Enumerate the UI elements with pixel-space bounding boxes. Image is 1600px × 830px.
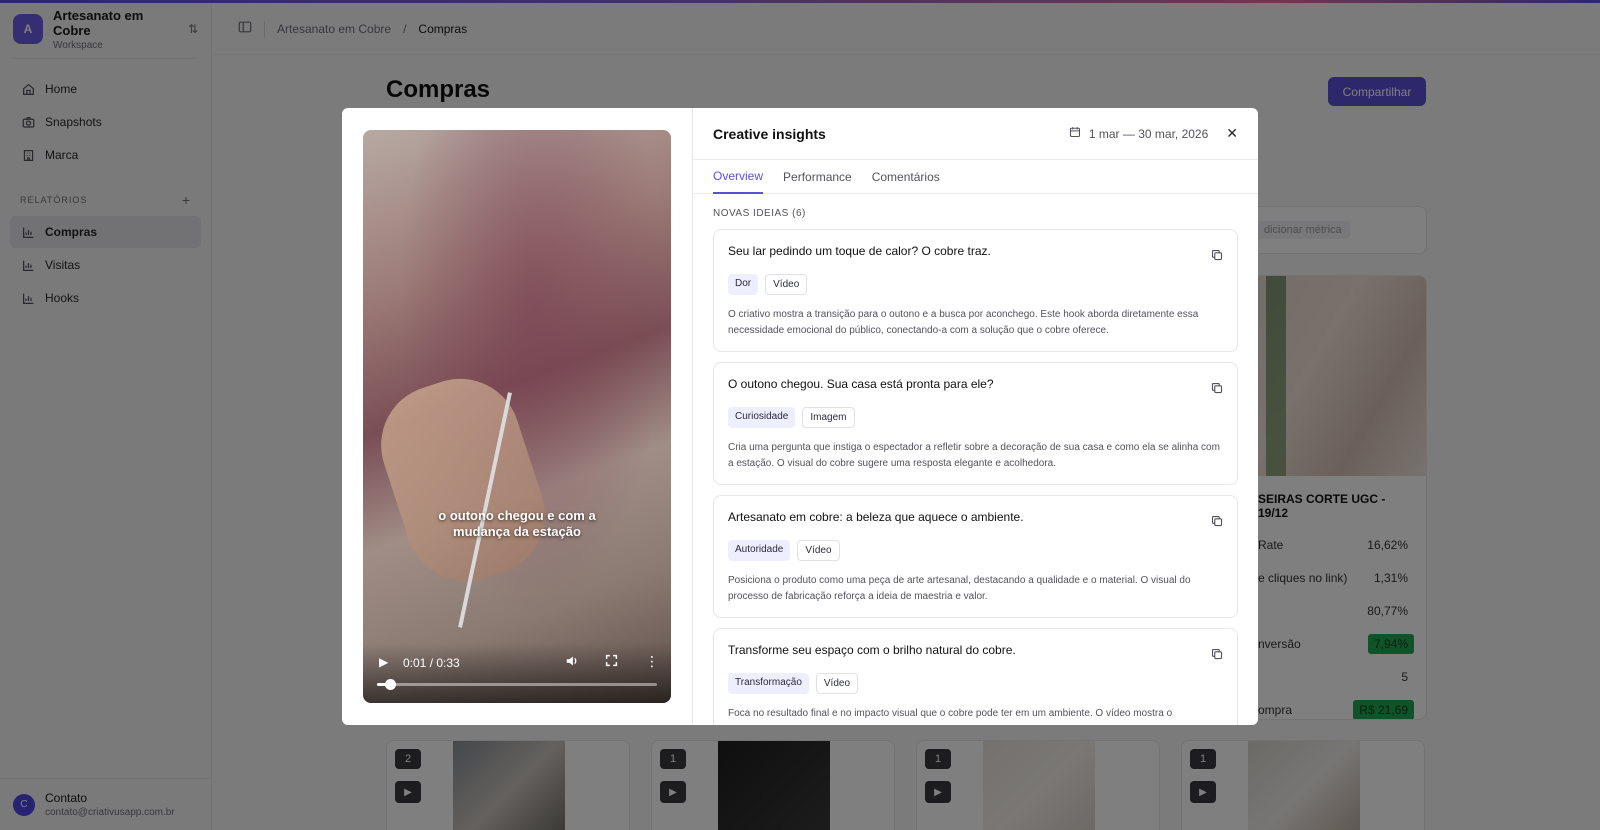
ideas-list: Seu lar pedindo um toque de calor? O cob… <box>693 229 1258 725</box>
date-range-label: 1 mar — 30 mar, 2026 <box>1088 126 1209 141</box>
ideas-section-label: NOVAS IDEIAS (6) <box>713 208 806 219</box>
copy-icon[interactable] <box>1211 381 1223 394</box>
tab-overview[interactable]: Overview <box>713 160 764 194</box>
tab-performance[interactable]: Performance <box>783 160 852 194</box>
copy-icon[interactable] <box>1211 647 1223 660</box>
idea-tags: Curiosidade Imagem <box>728 407 1223 428</box>
idea-description: Foca no resultado final e no impacto vis… <box>728 708 1173 719</box>
idea-tag-type: Dor <box>728 274 759 295</box>
idea-card: Artesanato em cobre: a beleza que aquece… <box>713 495 1238 618</box>
idea-tag-format: Vídeo <box>765 274 808 295</box>
idea-title: O outono chegou. Sua casa está pronta pa… <box>728 377 994 391</box>
video-time: 0:01 / 0:33 <box>403 656 460 670</box>
insights-panel: Creative insights 1 mar — 30 mar, 2026 ✕… <box>693 108 1258 725</box>
copy-icon[interactable] <box>1211 248 1223 261</box>
idea-card: Transforme seu espaço com o brilho natur… <box>713 628 1238 725</box>
idea-card: O outono chegou. Sua casa está pronta pa… <box>713 362 1238 485</box>
copy-icon[interactable] <box>1211 514 1223 527</box>
idea-tag-format: Imagem <box>802 407 855 428</box>
idea-tag-type: Curiosidade <box>728 407 796 428</box>
idea-tags: Dor Vídeo <box>728 274 1223 295</box>
idea-description: Posiciona o produto como uma peça de art… <box>728 575 1191 602</box>
video-panel: o outono chegou e com a mudança da estaç… <box>342 108 693 725</box>
tab-comentarios[interactable]: Comentários <box>872 160 940 194</box>
volume-icon[interactable] <box>565 654 579 671</box>
modal-title: Creative insights <box>713 125 826 142</box>
idea-tag-format: Vídeo <box>797 540 840 561</box>
close-icon[interactable]: ✕ <box>1226 125 1238 142</box>
video-caption: o outono chegou e com a mudança da estaç… <box>438 508 596 539</box>
date-range-picker[interactable]: 1 mar — 30 mar, 2026 <box>1069 126 1208 141</box>
idea-tags: Transformação Vídeo <box>728 673 1223 694</box>
idea-tag-type: Autoridade <box>728 540 791 561</box>
video-controls: ▶ 0:01 / 0:33 ⋮ <box>363 643 671 703</box>
idea-tags: Autoridade Vídeo <box>728 540 1223 561</box>
progress-handle[interactable] <box>384 679 396 690</box>
video-player[interactable]: o outono chegou e com a mudança da estaç… <box>363 130 671 703</box>
modal-header: Creative insights 1 mar — 30 mar, 2026 ✕ <box>693 108 1258 160</box>
idea-title: Artesanato em cobre: a beleza que aquece… <box>728 510 1024 524</box>
idea-tag-format: Vídeo <box>815 673 859 694</box>
more-options-icon[interactable]: ⋮ <box>645 653 659 670</box>
idea-title: Seu lar pedindo um toque de calor? O cob… <box>728 244 991 258</box>
idea-description: Cria uma pergunta que instiga o espectad… <box>728 442 1220 469</box>
modal-tabs: Overview Performance Comentários <box>693 160 1258 194</box>
idea-card: Seu lar pedindo um toque de calor? O cob… <box>713 229 1238 352</box>
play-icon[interactable]: ▶ <box>379 655 388 669</box>
idea-tag-type: Transformação <box>728 673 809 694</box>
idea-title: Transforme seu espaço com o brilho natur… <box>728 643 1016 657</box>
idea-description: O criativo mostra a transição para o out… <box>728 309 1199 336</box>
video-progress-bar[interactable] <box>377 679 657 690</box>
creative-insights-modal: o outono chegou e com a mudança da estaç… <box>342 108 1258 725</box>
fullscreen-icon[interactable] <box>605 654 618 670</box>
calendar-icon <box>1069 126 1081 141</box>
